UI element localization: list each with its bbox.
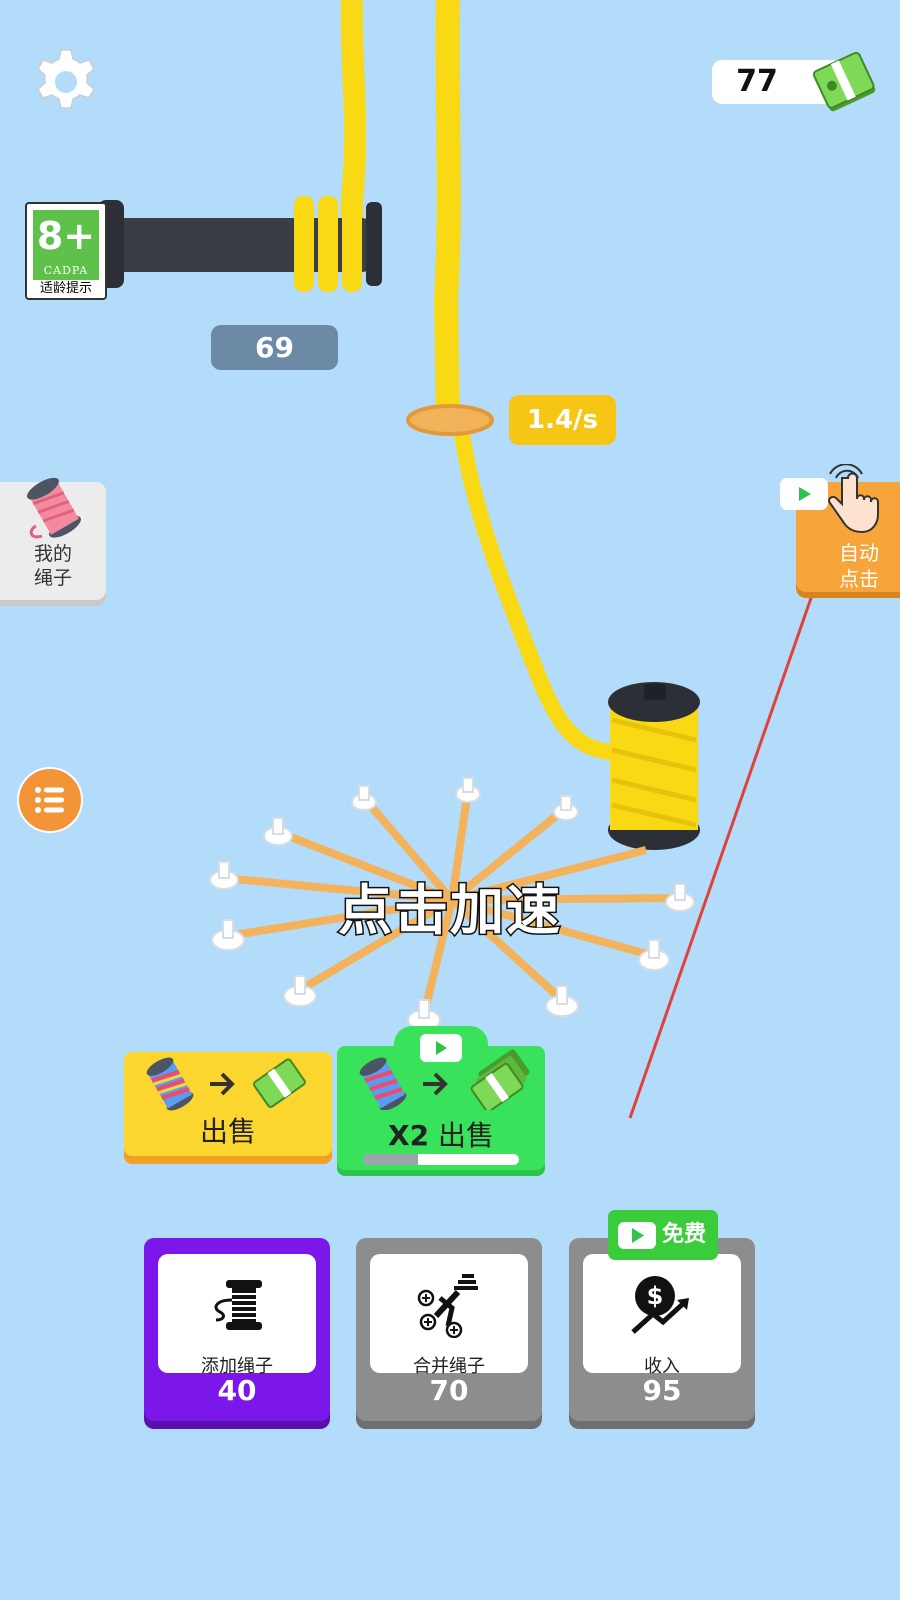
free-label: 免费 bbox=[662, 1222, 707, 1247]
age-rating-org: CADPA bbox=[43, 264, 89, 277]
merge-rope-cost: 70 bbox=[429, 1374, 469, 1407]
add-rope-upgrade[interactable]: 添加绳子 40 bbox=[144, 1238, 330, 1421]
rope-length-counter: 69 bbox=[211, 325, 338, 370]
spool-icon bbox=[27, 477, 81, 539]
money-value: 77 bbox=[736, 64, 778, 99]
income-upgrade[interactable]: $ 收入 95 bbox=[569, 1238, 755, 1421]
rope-rod bbox=[98, 196, 382, 292]
sell-x2-label: X2 出售 bbox=[337, 1114, 545, 1154]
age-rating-badge: 8+ CADPA 适龄提示 bbox=[25, 202, 107, 300]
spin-speed-label: 1.4/s bbox=[509, 395, 616, 445]
svg-text:$: $ bbox=[647, 1282, 664, 1310]
my-rope-label: 我的 绳子 bbox=[33, 543, 72, 589]
auto-click-label: 自动 点击 bbox=[839, 541, 879, 591]
sell-x2-text: 出售 bbox=[437, 1119, 494, 1152]
hand-tap-icon bbox=[828, 464, 879, 534]
rope-strand-main bbox=[433, 0, 461, 421]
video-ad-icon bbox=[618, 1222, 656, 1249]
age-rating-caption: 适龄提示 bbox=[39, 281, 92, 296]
rope-strand-feed bbox=[452, 419, 613, 760]
sell-x2-button[interactable]: X2 出售 bbox=[337, 1046, 545, 1170]
income-cost: 95 bbox=[642, 1374, 682, 1407]
tap-to-speed-up-hint: 点击加速 bbox=[337, 878, 562, 944]
sell-label: 出售 bbox=[199, 1115, 256, 1148]
age-rating-value: 8+ bbox=[36, 214, 96, 258]
yellow-spool bbox=[608, 682, 700, 850]
ad-progress-bar bbox=[363, 1154, 519, 1165]
rope-spool-icon bbox=[214, 1280, 262, 1330]
cash-icon bbox=[812, 51, 876, 112]
sell-button[interactable]: 出售 bbox=[124, 1052, 332, 1156]
ad-progress-fill bbox=[363, 1154, 418, 1165]
rope-ring bbox=[406, 404, 494, 436]
my-rope-button[interactable]: 我的 绳子 bbox=[0, 477, 106, 600]
income-icon: $ bbox=[631, 1276, 689, 1334]
spool-to-cash-icon bbox=[146, 1057, 306, 1111]
list-icon bbox=[35, 787, 64, 813]
video-ad-icon bbox=[420, 1034, 462, 1062]
merge-rope-upgrade[interactable]: 合并绳子 70 bbox=[356, 1238, 542, 1421]
gear-icon[interactable] bbox=[30, 46, 102, 118]
merge-icon bbox=[417, 1274, 478, 1338]
add-rope-cost: 40 bbox=[217, 1374, 257, 1407]
free-ad-badge[interactable]: 免费 bbox=[608, 1210, 718, 1260]
menu-button[interactable] bbox=[17, 767, 83, 833]
sell-x2-multiplier: X2 bbox=[388, 1119, 430, 1152]
video-ad-icon bbox=[780, 478, 828, 510]
